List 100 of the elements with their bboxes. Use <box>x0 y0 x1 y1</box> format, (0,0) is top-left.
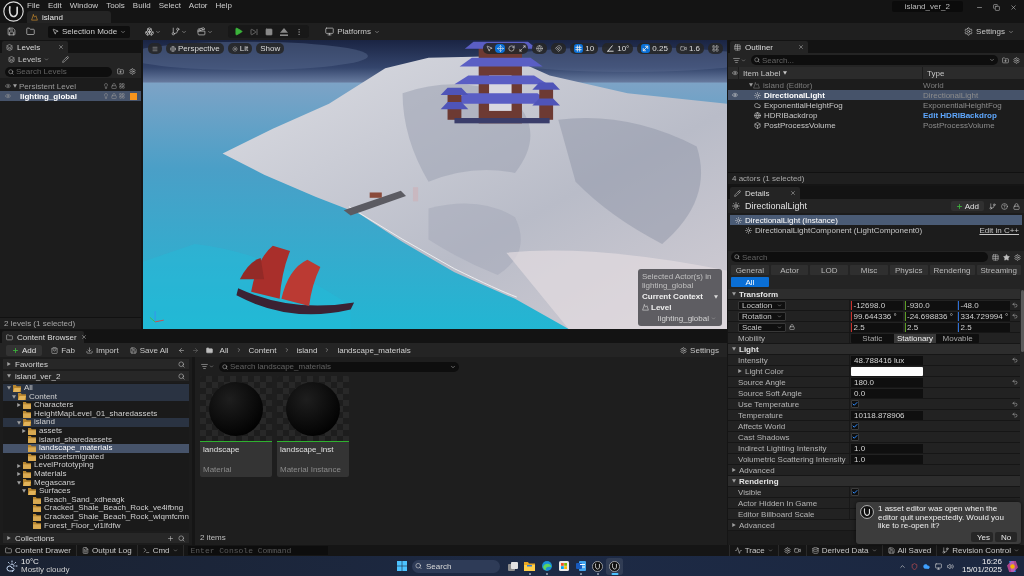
folder-row[interactable]: island_sharedassets <box>3 435 189 445</box>
back-icon[interactable] <box>177 346 185 354</box>
edit-link[interactable]: Edit HDRIBackdrop <box>923 110 1024 120</box>
menu-item[interactable]: Help <box>215 0 232 10</box>
clock[interactable]: 16:26 15/01/2025 <box>961 557 1007 575</box>
lock-icon[interactable] <box>1013 202 1020 210</box>
path-segment[interactable]: island <box>296 345 318 355</box>
column-header[interactable]: Type <box>922 67 1024 79</box>
caret-right-icon[interactable] <box>7 536 11 540</box>
platforms-dropdown[interactable]: Platforms <box>323 27 382 36</box>
source-header[interactable]: island_ver_2 <box>3 371 189 381</box>
settings-icon[interactable] <box>129 68 136 75</box>
mobility-option[interactable]: Stationary <box>893 333 937 343</box>
menu-item[interactable]: Actor <box>188 0 208 10</box>
camera-icon[interactable] <box>793 547 801 554</box>
checkbox[interactable] <box>851 488 859 496</box>
outliner-row[interactable]: island (Editor) World <box>728 80 1024 90</box>
monitor-icon[interactable] <box>934 562 942 570</box>
notification-button[interactable]: No <box>995 532 1017 542</box>
search-field[interactable]: Search Levels <box>5 66 112 77</box>
caret-down-icon[interactable] <box>17 420 21 425</box>
taskbar-app-button[interactable] <box>606 557 623 575</box>
search-icon[interactable] <box>178 372 185 380</box>
outliner-tab[interactable]: Outliner <box>730 41 808 53</box>
reset-icon[interactable] <box>1012 379 1018 385</box>
color-swatch-icon[interactable] <box>851 366 923 376</box>
search-field[interactable]: Search... <box>751 55 998 65</box>
folder-row[interactable]: Forest_Floor_vl1lfdfw <box>3 521 189 531</box>
settings-icon[interactable] <box>1013 56 1020 64</box>
menu-item[interactable]: Edit <box>47 0 62 10</box>
branch-icon[interactable] <box>989 202 996 210</box>
search-field[interactable]: Search <box>731 252 988 262</box>
path-segment[interactable]: Content <box>248 345 277 355</box>
reset-icon[interactable] <box>1012 412 1018 418</box>
notification-button[interactable]: Yes <box>971 532 993 542</box>
start-button[interactable] <box>394 558 410 574</box>
viewport-menu-button[interactable] <box>148 43 162 54</box>
search-icon[interactable] <box>178 360 185 368</box>
number-field[interactable]: 2.5 <box>851 322 903 332</box>
caret-down-icon[interactable] <box>7 386 11 391</box>
close-icon[interactable] <box>798 44 804 50</box>
caret-right-icon[interactable] <box>738 369 742 373</box>
caret-down-icon[interactable] <box>17 480 21 485</box>
number-field[interactable]: -12698.0 <box>851 300 903 310</box>
folder-row[interactable]: Megascans <box>3 478 189 488</box>
translate-tool-button[interactable] <box>495 44 506 53</box>
caret-right-icon[interactable] <box>17 463 21 468</box>
caret-right-icon[interactable] <box>17 403 21 408</box>
context-heading[interactable]: Current Context <box>642 292 718 301</box>
view-mode-button[interactable]: Lit <box>227 43 253 54</box>
caret-down-icon[interactable] <box>732 479 736 483</box>
add-icon[interactable] <box>167 534 174 542</box>
lock-icon[interactable] <box>111 83 117 89</box>
caret-down-icon[interactable] <box>13 84 17 88</box>
section-header[interactable]: Rendering <box>728 476 1020 487</box>
caret-right-icon[interactable] <box>17 472 21 477</box>
edit-link[interactable]: Edit in C++ <box>979 225 1019 235</box>
number-field[interactable]: -24.698836 ° <box>904 311 957 321</box>
reset-icon[interactable] <box>1012 357 1018 363</box>
menu-item[interactable]: File <box>27 0 40 10</box>
grid-icon[interactable] <box>119 83 125 89</box>
fab-button[interactable]: Fab <box>49 345 78 355</box>
checkbox[interactable] <box>851 400 859 408</box>
grid-snap-button[interactable]: 10 <box>570 43 599 54</box>
filter-tab[interactable]: General <box>731 265 769 275</box>
section-header[interactable]: Light <box>728 344 1020 355</box>
source-header[interactable]: Collections <box>3 533 189 543</box>
component-row[interactable]: DirectionalLight (Instance) <box>730 215 1022 225</box>
level-row[interactable]: lighting_global <box>0 91 141 101</box>
folder-row[interactable]: Beach_Sand_xdheagk <box>3 495 189 505</box>
checkbox[interactable] <box>851 422 859 430</box>
console-field[interactable]: Enter Console Command <box>187 546 328 555</box>
lock-icon[interactable] <box>789 324 795 330</box>
source-header[interactable]: Favorites <box>3 359 189 369</box>
outliner-row[interactable]: PostProcessVolume PostProcessVolume <box>728 120 1024 130</box>
level-color-icon[interactable] <box>130 92 137 100</box>
folder-row[interactable]: All <box>3 384 189 393</box>
path-segment[interactable]: landscape_materials <box>337 345 411 355</box>
close-icon[interactable] <box>790 190 796 196</box>
number-field[interactable]: 10118.878906 <box>851 410 923 420</box>
number-field[interactable]: -930.0 <box>904 300 957 310</box>
folder-row[interactable]: Content <box>3 392 189 402</box>
component-row[interactable]: DirectionalLightComponent (LightComponent0) Edit in C++ <box>730 225 1022 235</box>
transform-dropdown[interactable]: Rotation <box>738 311 786 321</box>
property-group[interactable]: Advanced <box>732 465 777 475</box>
menu-item[interactable]: Build <box>132 0 151 10</box>
taskbar-search-field[interactable]: Search <box>412 559 500 573</box>
close-button[interactable] <box>1009 3 1018 12</box>
world-space-button[interactable] <box>532 43 548 54</box>
view-mode-button[interactable]: Show <box>256 43 285 54</box>
caret-right-icon[interactable] <box>732 523 736 527</box>
column-header[interactable]: Item Label <box>738 67 922 79</box>
cinematics-button[interactable] <box>196 26 215 37</box>
lightbulb-icon[interactable] <box>103 83 109 89</box>
folder-row[interactable]: HeightMapLevel_01_sharedassets <box>3 409 189 419</box>
folder-row[interactable]: landscape_materials <box>3 444 189 453</box>
filter-tab[interactable]: Physics <box>889 265 928 275</box>
folder-row[interactable]: oldassetsmigrated <box>3 452 189 462</box>
camera-speed-button[interactable]: 1.6 <box>675 43 704 54</box>
folder-row[interactable]: island <box>3 418 189 427</box>
